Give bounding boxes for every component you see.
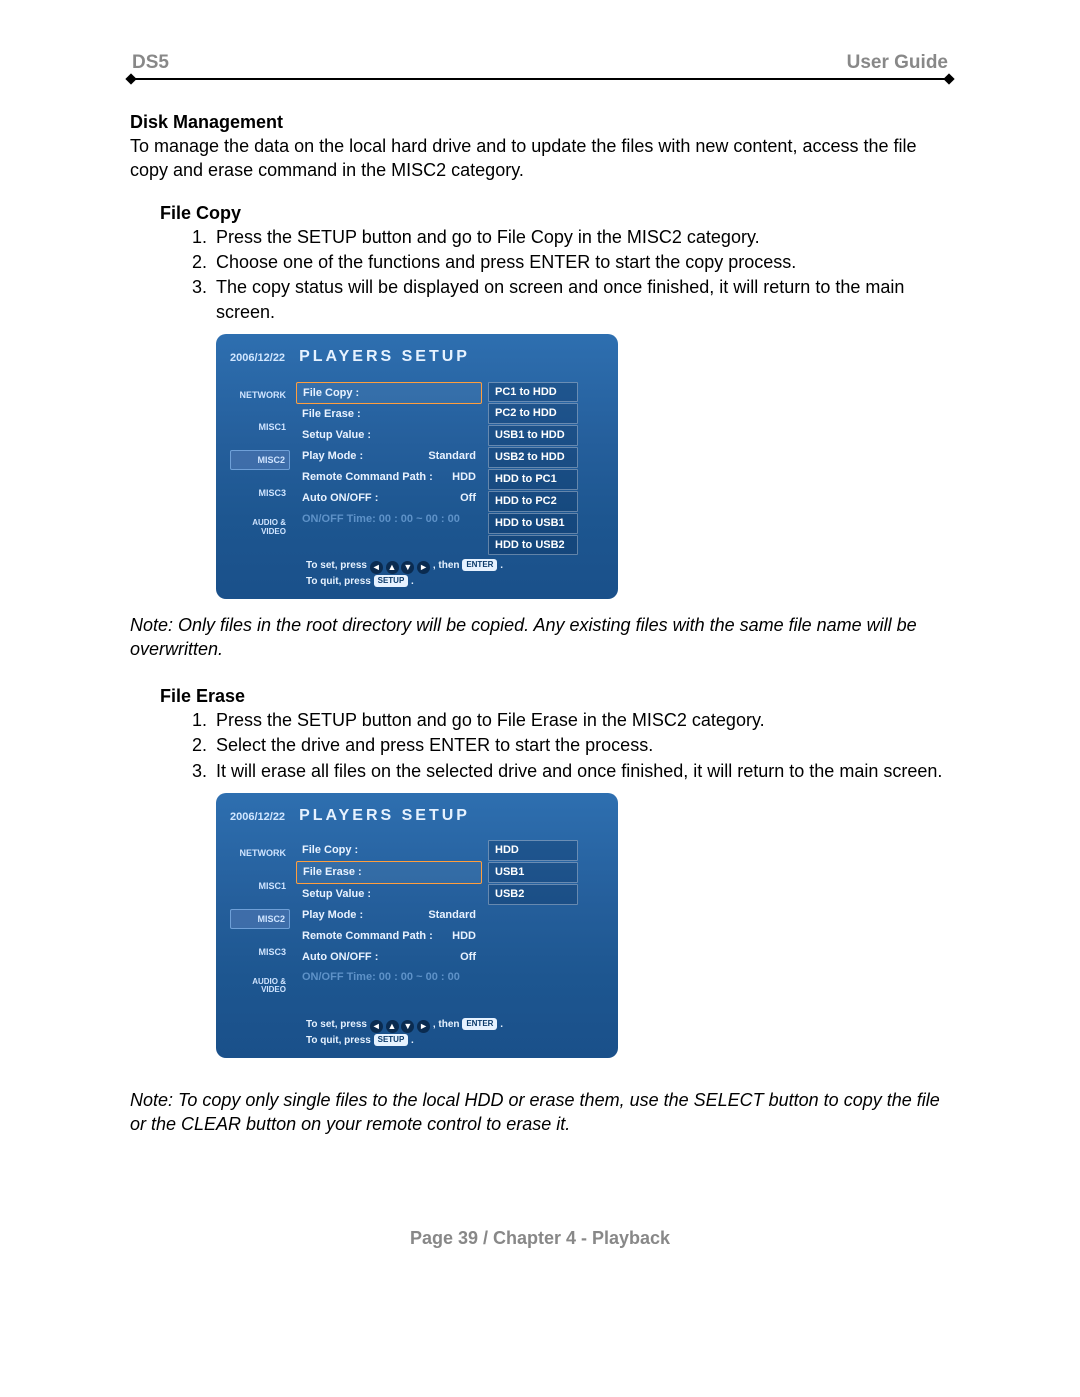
header-left: DS5	[132, 50, 169, 76]
setting-onoff-time: ON/OFF Time: 00 : 00 ~ 00 : 00	[296, 967, 482, 988]
screen-settings-column: File Copy : File Erase : Setup Value : P…	[296, 382, 482, 556]
screen-options-column: HDD USB1 USB2	[488, 840, 578, 997]
list-item: Select the drive and press ENTER to star…	[212, 733, 950, 757]
file-copy-note: Note: Only files in the root directory w…	[130, 613, 950, 662]
setting-setup-value[interactable]: Setup Value :	[296, 425, 482, 446]
sidebar-tab-network[interactable]: NETWORK	[230, 844, 290, 862]
sidebar-tab-network[interactable]: NETWORK	[230, 386, 290, 404]
setting-play-mode[interactable]: Play Mode :Standard	[296, 446, 482, 467]
setting-remote-path[interactable]: Remote Command Path :HDD	[296, 467, 482, 488]
sidebar-tab-misc1[interactable]: MISC1	[230, 418, 290, 436]
sidebar-tab-audio-video[interactable]: AUDIO & VIDEO	[230, 975, 290, 998]
setting-onoff-time: ON/OFF Time: 00 : 00 ~ 00 : 00	[296, 509, 482, 530]
list-item: It will erase all files on the selected …	[212, 759, 950, 783]
option-item[interactable]: USB2 to HDD	[488, 447, 578, 468]
screen-hints: To set, press ◄ ▲ ▼ ► , then ENTER . To …	[306, 558, 503, 589]
setup-key-icon: SETUP	[374, 1034, 409, 1046]
sidebar-tab-misc1[interactable]: MISC1	[230, 877, 290, 895]
setting-setup-value[interactable]: Setup Value :	[296, 884, 482, 905]
list-item: Press the SETUP button and go to File Er…	[212, 708, 950, 732]
header-rule	[130, 78, 950, 80]
screen-sidebar: NETWORK MISC1 MISC2 MISC3 AUDIO & VIDEO	[230, 386, 290, 556]
option-item[interactable]: USB1 to HDD	[488, 425, 578, 446]
option-item[interactable]: HDD to PC1	[488, 469, 578, 490]
setting-file-copy[interactable]: File Copy :	[296, 382, 482, 405]
arrow-down-icon: ▼	[401, 1020, 414, 1033]
option-item[interactable]: USB1	[488, 862, 578, 883]
disk-management-body: To manage the data on the local hard dri…	[130, 134, 950, 183]
page-footer: Page 39 / Chapter 4 - Playback	[130, 1226, 950, 1250]
screen-options-column: PC1 to HDD PC2 to HDD USB1 to HDD USB2 t…	[488, 382, 578, 556]
screen-settings-column: File Copy : File Erase : Setup Value : P…	[296, 840, 482, 997]
setting-file-erase[interactable]: File Erase :	[296, 861, 482, 884]
setting-file-erase[interactable]: File Erase :	[296, 404, 482, 425]
players-setup-screen-filecopy: 2006/12/22 PLAYERS SETUP NETWORK MISC1 M…	[216, 334, 618, 599]
screen-date: 2006/12/22	[230, 810, 285, 825]
sidebar-tab-misc3[interactable]: MISC3	[230, 943, 290, 961]
setup-key-icon: SETUP	[374, 575, 409, 587]
option-item[interactable]: HDD to USB2	[488, 535, 578, 556]
file-copy-section: File Copy Press the SETUP button and go …	[160, 201, 950, 662]
screen-hints: To set, press ◄ ▲ ▼ ► , then ENTER . To …	[306, 1017, 503, 1048]
setting-remote-path[interactable]: Remote Command Path :HDD	[296, 926, 482, 947]
option-item[interactable]: PC2 to HDD	[488, 403, 578, 424]
sidebar-tab-misc2[interactable]: MISC2	[230, 450, 290, 470]
arrow-down-icon: ▼	[401, 561, 414, 574]
list-item: Choose one of the functions and press EN…	[212, 250, 950, 274]
file-erase-section: File Erase Press the SETUP button and go…	[160, 684, 950, 1058]
disk-management-title: Disk Management	[130, 110, 950, 134]
file-erase-title: File Erase	[160, 684, 950, 708]
arrow-left-icon: ◄	[370, 561, 383, 574]
option-item[interactable]: USB2	[488, 884, 578, 905]
arrow-up-icon: ▲	[386, 561, 399, 574]
list-item: The copy status will be displayed on scr…	[212, 275, 950, 324]
list-item: Press the SETUP button and go to File Co…	[212, 225, 950, 249]
arrow-right-icon: ►	[417, 1020, 430, 1033]
page-header: DS5 User Guide	[130, 50, 950, 78]
screen-sidebar: NETWORK MISC1 MISC2 MISC3 AUDIO & VIDEO	[230, 844, 290, 997]
screen-title: PLAYERS SETUP	[299, 805, 470, 827]
enter-key-icon: ENTER	[462, 559, 497, 571]
file-erase-steps: Press the SETUP button and go to File Er…	[182, 708, 950, 783]
arrow-right-icon: ►	[417, 561, 430, 574]
arrow-left-icon: ◄	[370, 1020, 383, 1033]
enter-key-icon: ENTER	[462, 1018, 497, 1030]
screen-title: PLAYERS SETUP	[299, 346, 470, 368]
option-item[interactable]: HDD to PC2	[488, 491, 578, 512]
final-note: Note: To copy only single files to the l…	[130, 1088, 950, 1137]
file-copy-steps: Press the SETUP button and go to File Co…	[182, 225, 950, 324]
setting-auto-onoff[interactable]: Auto ON/OFF :Off	[296, 947, 482, 968]
arrow-up-icon: ▲	[386, 1020, 399, 1033]
players-setup-screen-fileerase: 2006/12/22 PLAYERS SETUP NETWORK MISC1 M…	[216, 793, 618, 1058]
sidebar-tab-audio-video[interactable]: AUDIO & VIDEO	[230, 516, 290, 539]
sidebar-tab-misc3[interactable]: MISC3	[230, 484, 290, 502]
option-item[interactable]: PC1 to HDD	[488, 382, 578, 403]
option-item[interactable]: HDD to USB1	[488, 513, 578, 534]
disk-management-section: Disk Management To manage the data on th…	[130, 110, 950, 183]
header-right: User Guide	[847, 50, 948, 76]
sidebar-tab-misc2[interactable]: MISC2	[230, 909, 290, 929]
setting-file-copy[interactable]: File Copy :	[296, 840, 482, 861]
option-item[interactable]: HDD	[488, 840, 578, 861]
setting-auto-onoff[interactable]: Auto ON/OFF :Off	[296, 488, 482, 509]
file-copy-title: File Copy	[160, 201, 950, 225]
screen-date: 2006/12/22	[230, 351, 285, 366]
setting-play-mode[interactable]: Play Mode :Standard	[296, 905, 482, 926]
